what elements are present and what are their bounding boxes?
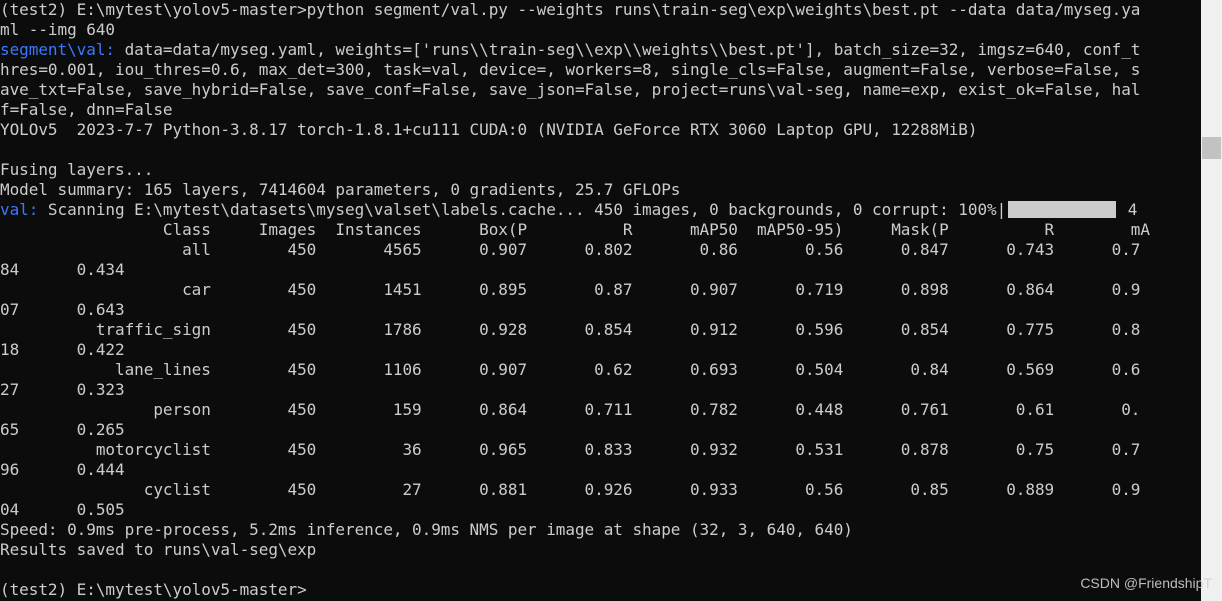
table-header: Class Images Instances Box(P R mAP50 mAP… xyxy=(0,220,1150,239)
table-row: traffic_sign 450 1786 0.928 0.854 0.912 … xyxy=(0,320,1141,339)
table-row: person 450 159 0.864 0.711 0.782 0.448 0… xyxy=(0,400,1141,419)
command-line-wrap: ml --img 640 xyxy=(0,20,115,39)
scan-prefix: val: xyxy=(0,200,39,219)
table-row: all 450 4565 0.907 0.802 0.86 0.56 0.847… xyxy=(0,240,1141,259)
env-line: YOLOv5 2023-7-7 Python-3.8.17 torch-1.8.… xyxy=(0,120,978,139)
results-table: all 450 4565 0.907 0.802 0.86 0.56 0.847… xyxy=(0,240,1200,520)
table-row-wrap: 27 0.323 xyxy=(0,380,125,399)
table-row: motorcyclist 450 36 0.965 0.833 0.932 0.… xyxy=(0,440,1141,459)
speed-line: Speed: 0.9ms pre-process, 5.2ms inferenc… xyxy=(0,520,853,539)
table-row-wrap: 96 0.444 xyxy=(0,460,125,479)
fusing-line: Fusing layers... xyxy=(0,160,154,179)
prompt-line[interactable]: (test2) E:\mytest\yolov5-master> xyxy=(0,580,1200,600)
args-line-4: f=False, dnn=False xyxy=(0,100,173,119)
table-row-wrap: 04 0.505 xyxy=(0,500,125,519)
args-line-3: ave_txt=False, save_hybrid=False, save_c… xyxy=(0,80,1141,99)
table-row: lane_lines 450 1106 0.907 0.62 0.693 0.5… xyxy=(0,360,1141,379)
scrollbar-thumb[interactable] xyxy=(1202,137,1221,159)
progress-bar xyxy=(1008,201,1117,218)
scan-tail: 4 xyxy=(1118,200,1138,219)
model-summary: Model summary: 165 layers, 7414604 param… xyxy=(0,180,681,199)
table-row-wrap: 07 0.643 xyxy=(0,300,125,319)
watermark: CSDN @FriendshipT xyxy=(1080,575,1212,591)
terminal-output[interactable]: (test2) E:\mytest\yolov5-master>python s… xyxy=(0,0,1200,601)
table-row: car 450 1451 0.895 0.87 0.907 0.719 0.89… xyxy=(0,280,1141,299)
command-line: (test2) E:\mytest\yolov5-master>python s… xyxy=(0,0,1141,19)
table-row-wrap: 18 0.422 xyxy=(0,340,125,359)
scan-line: val: Scanning E:\mytest\datasets\myseg\v… xyxy=(0,200,1200,220)
args-text: data=data/myseg.yaml, weights=['runs\\tr… xyxy=(115,40,1141,59)
args-line-2: hres=0.001, iou_thres=0.6, max_det=300, … xyxy=(0,60,1141,79)
table-row-wrap: 65 0.265 xyxy=(0,420,125,439)
results-line: Results saved to runs\val-seg\exp xyxy=(0,540,317,559)
scan-text: Scanning E:\mytest\datasets\myseg\valset… xyxy=(38,200,1007,219)
table-row: cyclist 450 27 0.881 0.926 0.933 0.56 0.… xyxy=(0,480,1141,499)
args-line: segment\val: data=data/myseg.yaml, weigh… xyxy=(0,40,1200,60)
table-row-wrap: 84 0.434 xyxy=(0,260,125,279)
vertical-scrollbar[interactable] xyxy=(1201,0,1222,601)
args-prefix: segment\val: xyxy=(0,40,115,59)
